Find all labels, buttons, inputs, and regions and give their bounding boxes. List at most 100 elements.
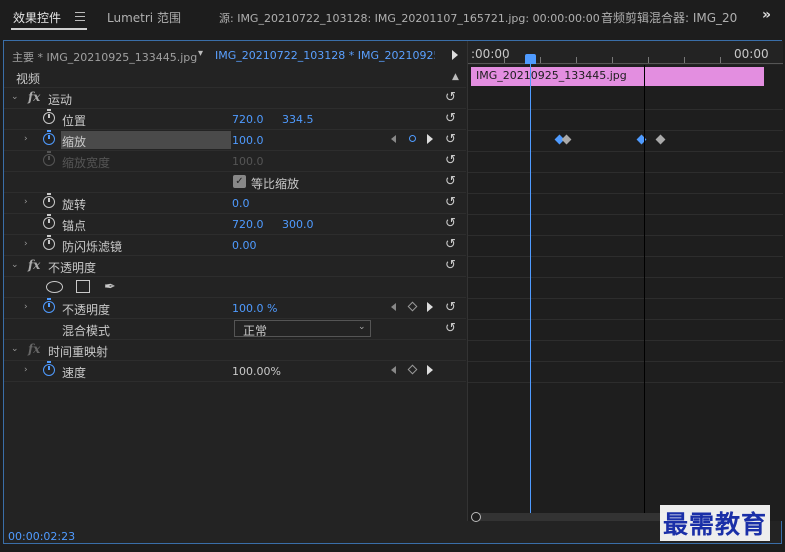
stopwatch-active-icon[interactable] — [43, 361, 55, 376]
timeline-row-divider — [468, 256, 783, 257]
effect-time-remap-label: 时间重映射 — [48, 345, 109, 359]
reset-icon[interactable]: ↺ — [445, 258, 456, 273]
panel-menu-icon[interactable] — [75, 12, 85, 21]
prop-anchor: 锚点 720.0 300.0 ↺ — [4, 214, 466, 235]
selection-highlight — [61, 131, 231, 149]
timeline-row-divider — [468, 340, 783, 341]
prop-scale-label: 缩放 — [62, 135, 87, 149]
reset-icon[interactable]: ↺ — [445, 195, 456, 210]
twirl-right-icon[interactable]: › — [24, 239, 28, 249]
sequence-clip-label[interactable]: IMG_20210722_103128 * IMG_20210925_... — [215, 49, 435, 62]
ellipse-mask-icon[interactable] — [46, 281, 63, 293]
reset-icon[interactable]: ↺ — [445, 237, 456, 252]
pen-mask-icon[interactable]: ✒ — [104, 279, 116, 295]
scale-value[interactable]: 100.0 — [232, 134, 264, 147]
rectangle-mask-icon[interactable] — [76, 280, 90, 293]
effect-motion[interactable]: ⌄ fx 运动 ↺ — [4, 88, 466, 109]
effect-time-remap[interactable]: ⌄ fx 时间重映射 — [4, 340, 466, 361]
reset-icon[interactable]: ↺ — [445, 300, 456, 315]
time-ruler[interactable]: :00:00 00:00 — [468, 41, 783, 65]
tab-effect-controls[interactable]: 效果控件 — [13, 9, 61, 26]
anchor-x-value[interactable]: 720.0 — [232, 218, 264, 231]
uniform-scale-label: 等比缩放 — [251, 177, 300, 191]
add-keyframe-icon[interactable] — [407, 301, 418, 312]
prev-keyframe-icon[interactable] — [391, 303, 396, 311]
prev-keyframe-icon[interactable] — [391, 135, 396, 143]
stopwatch-icon[interactable] — [43, 235, 55, 250]
timeline-row-divider — [468, 214, 783, 215]
position-y-value[interactable]: 334.5 — [282, 113, 314, 126]
flicker-value[interactable]: 0.00 — [232, 239, 257, 252]
twirl-down-icon[interactable]: ⌄ — [11, 92, 19, 102]
clip-bar[interactable]: IMG_20210925_133445.jpg — [471, 67, 764, 86]
prev-keyframe-icon[interactable] — [391, 366, 396, 374]
current-timecode[interactable]: 00:00:02:23 — [8, 530, 75, 543]
master-clip-label[interactable]: 主要 * IMG_20210925_133445.jpg — [12, 49, 197, 65]
next-keyframe-icon[interactable] — [427, 134, 433, 144]
next-keyframe-icon[interactable] — [427, 302, 433, 312]
effect-controls-panel: 主要 * IMG_20210925_133445.jpg ▾ IMG_20210… — [3, 40, 783, 544]
twirl-down-icon[interactable]: ⌄ — [11, 260, 19, 270]
reset-icon[interactable]: ↺ — [445, 321, 456, 336]
prop-rotation: › 旋转 0.0 ↺ — [4, 193, 466, 214]
ruler-end-timecode: 00:00 — [734, 47, 769, 61]
collapse-up-icon[interactable]: ▲ — [452, 72, 459, 82]
reset-icon[interactable]: ↺ — [445, 132, 456, 147]
stopwatch-icon[interactable] — [43, 214, 55, 229]
fx-icon[interactable]: fx — [28, 90, 40, 104]
timeline-row-divider — [468, 319, 783, 320]
fx-icon[interactable]: fx — [28, 342, 40, 356]
keyframe-marker[interactable] — [561, 134, 572, 145]
twirl-right-icon[interactable]: › — [24, 365, 28, 375]
stopwatch-active-icon[interactable] — [43, 130, 55, 145]
keyframe-navigator — [391, 301, 441, 314]
reset-icon[interactable]: ↺ — [445, 216, 456, 231]
twirl-down-icon[interactable]: ⌄ — [11, 344, 19, 354]
twirl-right-icon[interactable]: › — [24, 302, 28, 312]
anchor-y-value[interactable]: 300.0 — [282, 218, 314, 231]
stopwatch-active-icon[interactable] — [43, 298, 55, 313]
timeline-row-divider — [468, 109, 783, 110]
keyframe-marker[interactable] — [655, 134, 666, 145]
stopwatch-icon[interactable] — [43, 109, 55, 124]
reset-icon[interactable]: ↺ — [445, 174, 456, 189]
next-keyframe-icon[interactable] — [427, 365, 433, 375]
reset-icon[interactable]: ↺ — [445, 111, 456, 126]
section-video-label: 视频 — [16, 72, 41, 86]
rotation-value[interactable]: 0.0 — [232, 197, 250, 210]
twirl-right-icon[interactable]: › — [24, 134, 28, 144]
timeline-row-divider — [468, 130, 783, 131]
twirl-right-icon[interactable]: › — [24, 197, 28, 207]
fx-icon[interactable]: fx — [28, 258, 40, 272]
clip-bar-name: IMG_20210925_133445.jpg — [476, 69, 627, 82]
overflow-tabs-icon[interactable]: » — [762, 7, 771, 23]
effect-timeline[interactable]: :00:00 00:00 IMG_20210925_133445.jpg — [467, 41, 783, 522]
uniform-scale-checkbox[interactable]: ✓ — [233, 175, 246, 188]
timeline-row-divider — [468, 298, 783, 299]
prop-blend-mode: 混合模式 正常 ⌄ ↺ — [4, 319, 466, 340]
stopwatch-icon[interactable] — [43, 193, 55, 208]
effect-opacity[interactable]: ⌄ fx 不透明度 ↺ — [4, 256, 466, 277]
tab-source-monitor[interactable]: 源: IMG_20210722_103128: IMG_20201107_165… — [219, 10, 600, 26]
add-keyframe-icon[interactable] — [409, 135, 416, 142]
reset-icon[interactable]: ↺ — [445, 153, 456, 168]
timeline-row-divider — [468, 361, 783, 362]
active-tab-indicator — [11, 28, 87, 30]
tab-audio-clip-mixer[interactable]: 音频剪辑混合器: IMG_20 — [601, 9, 738, 26]
chevron-down-icon[interactable]: ▾ — [198, 48, 203, 59]
speed-value[interactable]: 100.00% — [232, 365, 281, 378]
play-icon[interactable] — [452, 50, 458, 60]
add-keyframe-icon[interactable] — [407, 364, 418, 375]
prop-position-label: 位置 — [62, 114, 87, 128]
reset-icon[interactable]: ↺ — [445, 90, 456, 105]
opacity-value[interactable]: 100.0 % — [232, 302, 277, 315]
playhead-handle[interactable] — [525, 54, 536, 64]
prop-anchor-label: 锚点 — [62, 219, 87, 233]
tab-lumetri-scopes[interactable]: Lumetri 范围 — [107, 9, 181, 26]
position-x-value[interactable]: 720.0 — [232, 113, 264, 126]
blend-mode-select[interactable]: 正常 ⌄ — [234, 320, 371, 338]
keyframe-navigator — [391, 134, 441, 146]
scale-width-value: 100.0 — [232, 155, 264, 168]
zoom-handle[interactable] — [471, 512, 481, 522]
playhead-line[interactable] — [530, 63, 531, 513]
